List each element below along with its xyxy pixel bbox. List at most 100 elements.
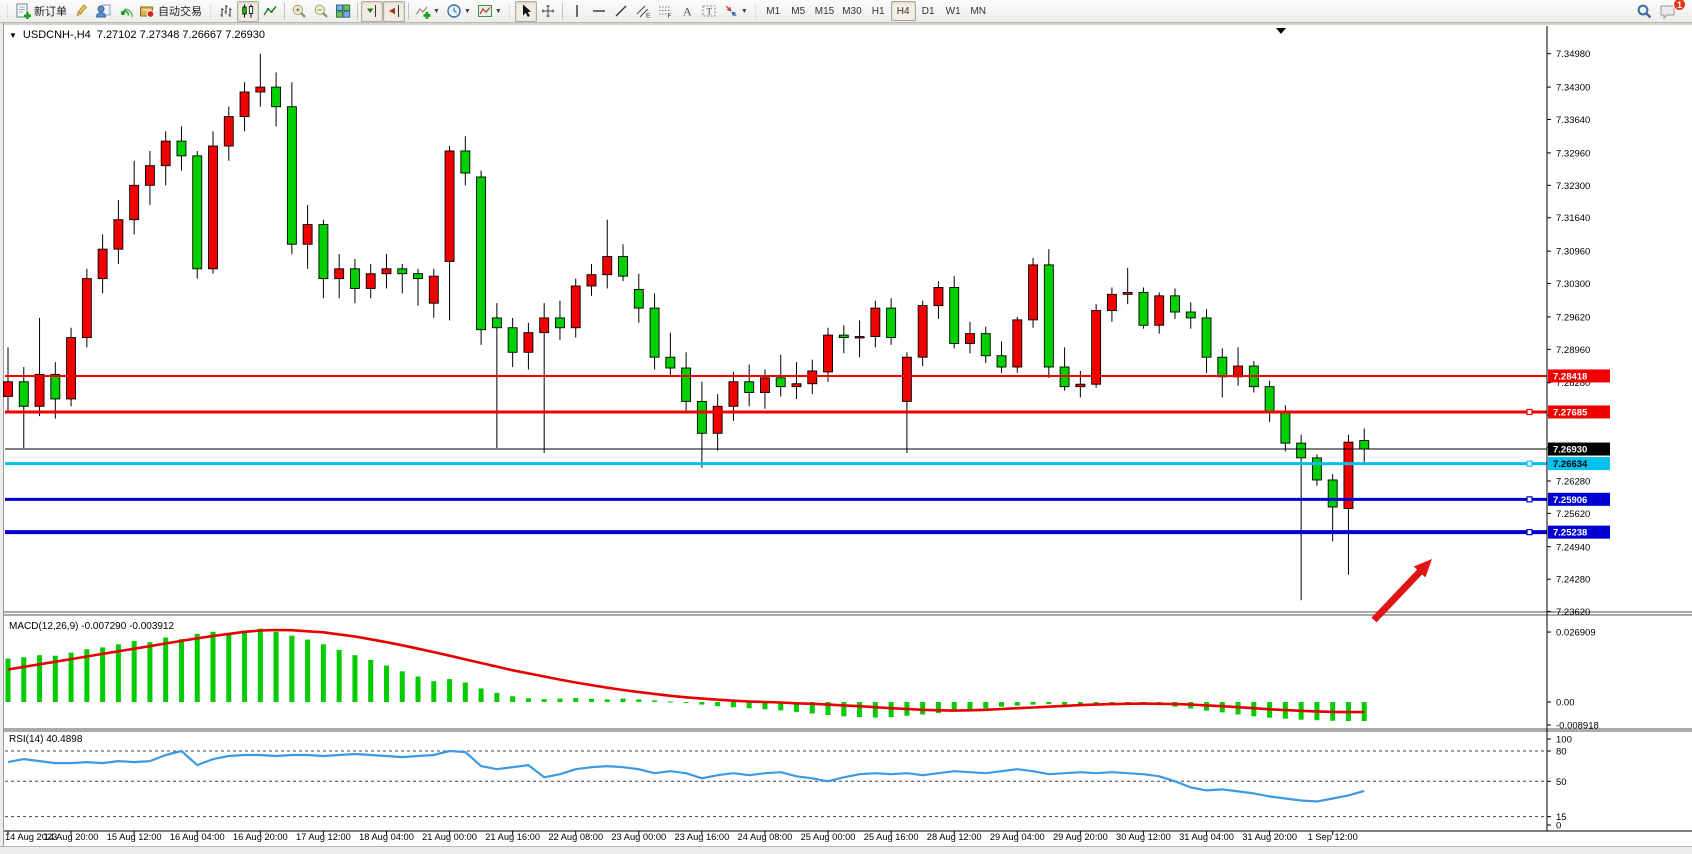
notifications-button[interactable]: 1 — [1656, 1, 1680, 22]
periods-button[interactable]: ▼ — [443, 1, 474, 22]
trendline-icon — [613, 3, 629, 19]
candle-body — [161, 141, 170, 166]
arrows-button[interactable]: ▼ — [720, 1, 751, 22]
text-label-button[interactable]: T — [698, 1, 720, 22]
time-tick-label: 15 Aug 12:00 — [107, 832, 162, 842]
timeframe-h1[interactable]: H1 — [866, 1, 891, 21]
hline-handle[interactable] — [1527, 409, 1532, 414]
macd-bar — [116, 644, 121, 702]
text-icon: A — [679, 3, 695, 19]
community-button[interactable] — [92, 1, 114, 22]
macd-bar — [463, 683, 468, 703]
candle-body — [1202, 318, 1211, 357]
candle-body — [1076, 384, 1085, 386]
macd-bar — [557, 699, 562, 702]
macd-bar — [652, 700, 657, 702]
macd-bar — [526, 698, 531, 702]
line-chart-button[interactable] — [259, 1, 281, 22]
channel-icon: E — [635, 3, 651, 19]
chart-corner-dropdown-icon[interactable] — [1276, 28, 1286, 34]
signals-button[interactable] — [114, 1, 136, 22]
vertical-line-button[interactable] — [566, 1, 588, 22]
cursor-button[interactable] — [515, 1, 537, 22]
candle-body — [697, 401, 706, 433]
chart-shift-icon — [364, 3, 380, 19]
new-order-button[interactable]: 新订单 — [12, 1, 70, 22]
candle-body — [209, 146, 218, 269]
signal-icon — [117, 3, 133, 19]
candle-body — [1218, 357, 1227, 377]
timeframe-m30[interactable]: M30 — [838, 1, 865, 21]
templates-button[interactable]: ▼ — [474, 1, 505, 22]
search-button[interactable] — [1633, 1, 1656, 22]
rsi-tick-label: 80 — [1556, 747, 1567, 758]
text-label-icon: T — [701, 3, 717, 19]
candle-body — [477, 177, 486, 330]
candle-body — [445, 151, 454, 261]
candle-body — [619, 257, 628, 277]
timeframe-m1[interactable]: M1 — [761, 1, 786, 21]
candlestick-chart-button[interactable] — [237, 1, 259, 22]
timeframe-m5[interactable]: M5 — [786, 1, 811, 21]
candle-body — [571, 286, 580, 328]
auto-scroll-button[interactable] — [383, 1, 405, 22]
candle-body — [918, 306, 927, 358]
auto-trading-button[interactable]: 自动交易 — [136, 1, 205, 22]
price-tick-label: 7.34300 — [1556, 83, 1590, 94]
time-tick-label: 24 Aug 08:00 — [738, 832, 793, 842]
candle-body — [319, 225, 328, 279]
price-badge-label: 7.26930 — [1553, 445, 1587, 456]
symbol-dropdown-icon[interactable]: ▼ — [9, 31, 17, 40]
time-tick-label: 25 Aug 00:00 — [801, 832, 856, 842]
time-axis[interactable]: 14 Aug 202314 Aug 20:0015 Aug 12:0016 Au… — [5, 831, 1358, 842]
indicators-button[interactable]: ▼ — [412, 1, 443, 22]
timeframe-h4[interactable]: H4 — [891, 1, 916, 21]
horizontal-line-button[interactable] — [588, 1, 610, 22]
time-tick-label: 21 Aug 00:00 — [422, 832, 477, 842]
trendline-button[interactable] — [610, 1, 632, 22]
bar-chart-button[interactable] — [215, 1, 237, 22]
chart-canvas[interactable]: 7.349807.343007.336407.329607.323007.316… — [0, 23, 1692, 854]
rsi-tick-label: 0 — [1556, 821, 1561, 832]
macd-bar — [636, 699, 641, 702]
candle-body — [287, 107, 296, 245]
tile-windows-button[interactable] — [332, 1, 354, 22]
candle-body — [82, 279, 91, 338]
zoom-out-button[interactable] — [310, 1, 332, 22]
hline-handle[interactable] — [1527, 461, 1532, 466]
vertical-line-icon — [569, 3, 585, 19]
macd-bar — [873, 702, 878, 718]
styler-button[interactable] — [70, 1, 92, 22]
text-button[interactable]: A — [676, 1, 698, 22]
candle-body — [603, 257, 612, 275]
hline-handle[interactable] — [1527, 530, 1532, 535]
candle-body — [145, 166, 154, 186]
candle-body — [650, 308, 659, 357]
equidistant-channel-button[interactable]: E — [632, 1, 654, 22]
timeframe-m15[interactable]: M15 — [811, 1, 838, 21]
macd-bar — [1062, 702, 1067, 705]
fibonacci-button[interactable]: F — [654, 1, 676, 22]
crosshair-button[interactable] — [537, 1, 559, 22]
hline-handle[interactable] — [1527, 497, 1532, 502]
timeframe-mn[interactable]: MN — [966, 1, 991, 21]
price-tick-label: 7.23620 — [1556, 607, 1590, 618]
macd-bar — [211, 632, 216, 702]
chart-window: 7.349807.343007.336407.329607.323007.316… — [0, 23, 1692, 854]
chart-shift-button[interactable] — [361, 1, 383, 22]
macd-bar — [179, 639, 184, 702]
candle-body — [114, 220, 123, 249]
timeframe-d1[interactable]: D1 — [916, 1, 941, 21]
macd-bar — [983, 702, 988, 708]
zoom-in-button[interactable] — [288, 1, 310, 22]
time-tick-label: 28 Aug 12:00 — [927, 832, 982, 842]
bar-chart-icon — [218, 3, 234, 19]
time-tick-label: 22 Aug 08:00 — [548, 832, 603, 842]
macd-bar — [510, 696, 515, 702]
macd-tick-label: 0.026909 — [1556, 628, 1596, 639]
arrows-icon — [723, 3, 739, 19]
zoom-out-icon — [313, 3, 329, 19]
candle-body — [429, 276, 438, 303]
macd-bar — [163, 638, 168, 702]
timeframe-w1[interactable]: W1 — [941, 1, 966, 21]
